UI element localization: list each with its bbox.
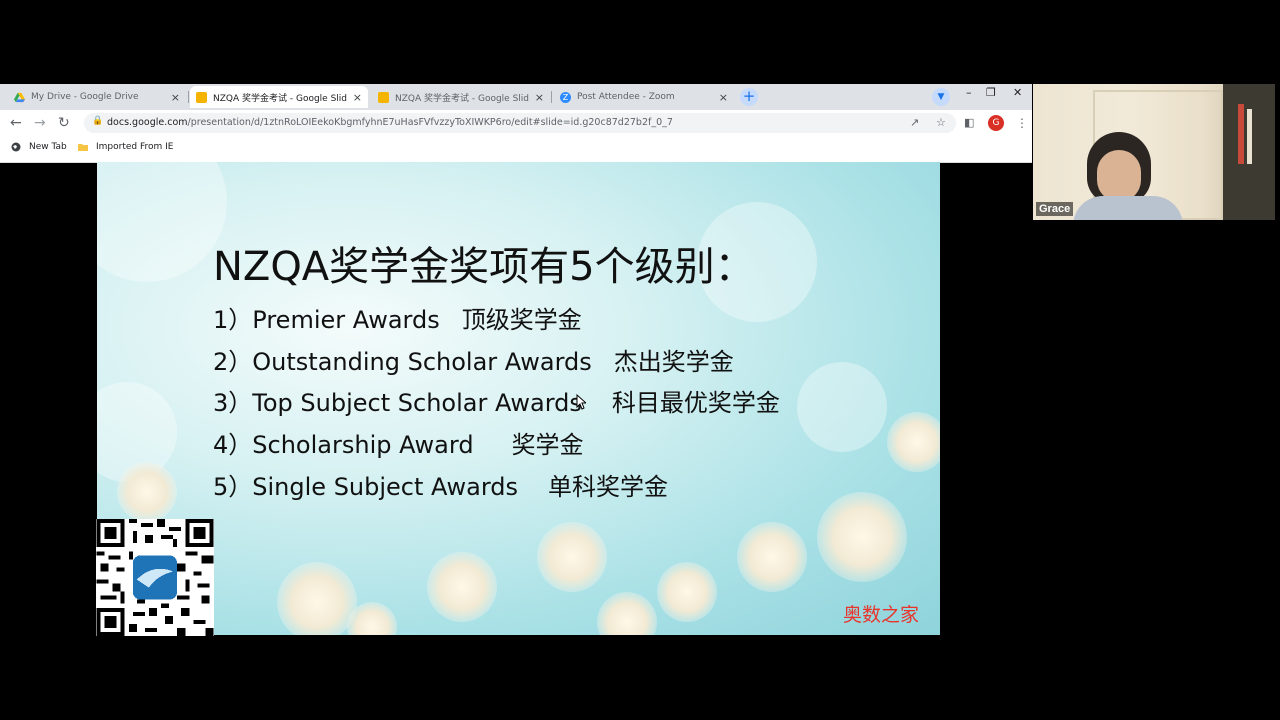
folder-icon — [78, 144, 88, 151]
award-english: Top Subject Scholar Awards — [252, 389, 582, 417]
qr-code-image — [96, 519, 214, 636]
bookmarks-bar: New Tab Imported From IE — [0, 136, 1032, 163]
tab-label: NZQA 奖学金考试 - Google Slide — [395, 93, 529, 104]
globe-icon — [11, 142, 21, 152]
award-chinese: 杰出奖学金 — [613, 348, 734, 376]
bookmark-new-tab[interactable]: New Tab — [11, 142, 67, 152]
reload-icon[interactable]: ↻ — [58, 114, 70, 132]
window-close-icon[interactable]: ✕ — [1013, 86, 1022, 99]
tab-label: My Drive - Google Drive — [31, 92, 139, 102]
participant-video: Grace — [1033, 84, 1275, 220]
close-icon[interactable]: × — [535, 91, 544, 104]
close-icon[interactable]: × — [171, 91, 180, 104]
side-panel-icon[interactable]: ◧ — [964, 114, 974, 132]
person-face — [1097, 150, 1141, 202]
bookmark-star-icon[interactable]: ☆ — [936, 116, 946, 129]
award-english: Outstanding Scholar Awards — [252, 348, 592, 376]
bookmark-label: New Tab — [29, 142, 67, 152]
dandelion-image — [817, 492, 907, 582]
award-item-3: 3）Top Subject Scholar Awards 科目最优奖学金 — [213, 383, 780, 418]
presentation-slide: NZQA奖学金奖项有5个级别： 1）Premier Awards 顶级奖学金 2）… — [97, 162, 940, 635]
back-icon[interactable]: ← — [10, 114, 22, 132]
award-chinese: 奖学金 — [511, 431, 584, 459]
award-number: 4） — [213, 431, 253, 459]
browser-window: My Drive - Google Drive × NZQA 奖学金考试 - G… — [0, 84, 1032, 163]
award-chinese: 科目最优奖学金 — [611, 389, 780, 417]
background-book — [1247, 109, 1252, 164]
url-host: docs.google.com — [107, 117, 188, 128]
google-slides-icon — [196, 91, 207, 103]
address-bar[interactable]: 🔒 docs.google.com/presentation/d/1ztnRoL… — [84, 113, 956, 133]
award-item-2: 2）Outstanding Scholar Awards 杰出奖学金 — [213, 342, 734, 377]
tab-nzqa-slides-1[interactable]: NZQA 奖学金考试 - Google Slide × — [190, 86, 368, 108]
award-english: Scholarship Award — [252, 431, 474, 459]
dandelion-image — [657, 562, 717, 622]
share-icon[interactable]: ↗ — [910, 116, 919, 129]
background-book — [1238, 104, 1244, 164]
menu-icon[interactable]: ⋮ — [1016, 114, 1028, 132]
tab-strip: My Drive - Google Drive × NZQA 奖学金考试 - G… — [0, 84, 1032, 110]
close-icon[interactable]: × — [719, 91, 728, 104]
minimize-icon[interactable]: – — [966, 86, 972, 99]
url-text[interactable]: docs.google.com/presentation/d/1ztnRoLOI… — [107, 117, 673, 128]
award-number: 5） — [213, 473, 253, 501]
new-tab-button[interactable]: + — [740, 88, 758, 106]
tab-label: Post Attendee - Zoom — [577, 92, 675, 102]
tab-divider — [551, 91, 552, 103]
close-icon[interactable]: × — [353, 91, 362, 104]
bookmark-label: Imported From IE — [96, 142, 174, 152]
google-slides-icon — [378, 91, 389, 103]
award-number: 2） — [213, 348, 253, 376]
award-chinese: 单科奖学金 — [548, 473, 669, 501]
award-item-5: 5）Single Subject Awards 单科奖学金 — [213, 467, 668, 502]
award-item-4: 4）Scholarship Award 奖学金 — [213, 425, 584, 460]
slide-title: NZQA奖学金奖项有5个级别： — [213, 244, 755, 290]
tab-divider — [188, 91, 189, 103]
person-shoulders — [1073, 196, 1183, 220]
google-drive-icon — [14, 92, 25, 102]
dandelion-image — [597, 592, 657, 635]
forward-icon[interactable]: → — [34, 114, 46, 132]
lock-icon[interactable]: 🔒 — [92, 116, 103, 126]
url-path: /presentation/d/1ztnRoLOIEekoKbgmfyhnE7u… — [187, 117, 673, 128]
award-english: Single Subject Awards — [252, 473, 519, 501]
tab-label: NZQA 奖学金考试 - Google Slide — [213, 93, 347, 104]
dandelion-image — [887, 412, 940, 472]
award-number: 1） — [213, 306, 253, 334]
award-item-1: 1）Premier Awards 顶级奖学金 — [213, 300, 582, 335]
background-bokeh — [797, 362, 887, 452]
dandelion-image — [427, 552, 497, 622]
profile-avatar[interactable]: G — [988, 115, 1004, 131]
toolbar: ← → ↻ 🔒 docs.google.com/presentation/d/1… — [0, 110, 1032, 136]
dandelion-image — [737, 522, 807, 592]
dandelion-image — [277, 562, 357, 635]
award-chinese: 顶级奖学金 — [461, 306, 582, 334]
restore-icon[interactable]: ❐ — [986, 86, 996, 99]
zoom-icon: Z — [560, 91, 571, 103]
background-bokeh — [97, 162, 227, 282]
dandelion-image — [537, 522, 607, 592]
tab-nzqa-slides-2[interactable]: NZQA 奖学金考试 - Google Slide × — [372, 86, 550, 108]
watermark-text: 奥数之家 — [843, 604, 920, 626]
award-number: 3） — [213, 389, 253, 417]
bookmark-imported-from-ie[interactable]: Imported From IE — [78, 142, 173, 152]
tab-my-drive[interactable]: My Drive - Google Drive × — [8, 86, 186, 108]
mouse-cursor-icon — [576, 394, 586, 410]
tab-search-icon[interactable]: ▼ — [932, 88, 950, 106]
participant-name-label: Grace — [1036, 202, 1074, 216]
award-english: Premier Awards — [252, 306, 440, 334]
tab-post-attendee-zoom[interactable]: Z Post Attendee - Zoom × — [554, 86, 734, 108]
dandelion-image — [117, 462, 177, 522]
